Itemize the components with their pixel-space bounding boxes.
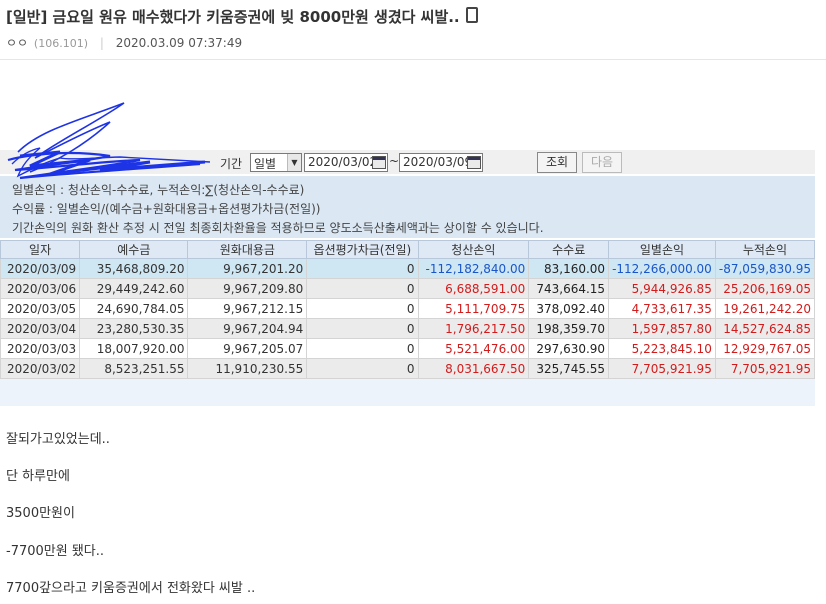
date-range-separator: ~ — [389, 154, 400, 168]
chevron-down-icon[interactable]: ▼ — [287, 154, 301, 171]
period-select[interactable]: 일별 ▼ — [250, 153, 302, 172]
cell-deposit: 29,449,242.60 — [79, 278, 189, 299]
body-line: 7700갚으라고 키움증권에서 전화왔다 씨발 .. — [6, 581, 256, 596]
cell-daily-pnl: 5,223,845.10 — [608, 338, 716, 359]
mobile-icon — [465, 7, 478, 23]
period-select-value: 일별 — [254, 157, 277, 171]
cell-option-eval: 0 — [306, 258, 419, 279]
column-header[interactable]: 누적손익 — [714, 240, 816, 259]
cell-deposit: 23,280,530.35 — [79, 318, 189, 339]
cell-date: 2020/03/03 — [0, 338, 81, 359]
cell-realized-pnl: 5,521,476.00 — [417, 338, 530, 359]
query-button[interactable]: 조회 — [537, 152, 577, 173]
cell-deposit: 18,007,920.00 — [79, 338, 189, 359]
column-header[interactable]: 일별손익 — [608, 240, 716, 259]
body-line: 잘되가고있었는데.. — [6, 432, 110, 447]
date-to-value: 2020/03/09 — [403, 155, 473, 169]
cell-deposit: 24,690,784.05 — [79, 298, 189, 319]
post-title: [일반] 금요일 원유 매수했다가 키움증권에 빚 8000만원 생겼다 씨발.… — [6, 6, 478, 27]
cell-krw-substitute: 9,967,204.94 — [187, 318, 308, 339]
cell-date: 2020/03/09 — [0, 258, 81, 279]
column-header[interactable]: 예수금 — [79, 240, 189, 259]
meta-divider: | — [99, 36, 104, 50]
cell-date: 2020/03/05 — [0, 298, 81, 319]
cell-option-eval: 0 — [306, 358, 419, 379]
cell-option-eval: 0 — [306, 298, 419, 319]
date-from-field[interactable]: 2020/03/02 — [304, 153, 388, 172]
cell-krw-substitute: 11,910,230.55 — [187, 358, 308, 379]
cell-cumulative-pnl: 14,527,624.85 — [714, 318, 816, 339]
author-name[interactable]: ㅇㅇ — [6, 36, 28, 50]
cell-option-eval: 0 — [306, 278, 419, 299]
date-from-value: 2020/03/02 — [308, 155, 378, 169]
column-header[interactable]: 원화대용금 — [187, 240, 308, 259]
cell-krw-substitute: 9,967,205.07 — [187, 338, 308, 359]
cell-cumulative-pnl: 25,206,169.05 — [714, 278, 816, 299]
cell-option-eval: 0 — [306, 338, 419, 359]
cell-date: 2020/03/06 — [0, 278, 81, 299]
header-divider — [0, 59, 826, 60]
body-line: 단 하루만에 — [6, 469, 70, 484]
column-header[interactable]: 일자 — [0, 240, 81, 259]
table-row[interactable]: 2020/03/02 8,523,251.55 11,910,230.55 0 … — [0, 358, 816, 379]
pnl-grid: 일자 예수금 원화대용금 옵션평가차금(전일) 청산손익 수수료 일별손익 누적… — [0, 240, 816, 406]
next-button[interactable]: 다음 — [582, 152, 622, 173]
cell-cumulative-pnl: 12,929,767.05 — [714, 338, 816, 359]
cell-deposit: 35,468,809.20 — [79, 258, 189, 279]
cell-cumulative-pnl: -87,059,830.95 — [714, 258, 816, 279]
cell-fee: 325,745.55 — [528, 358, 610, 379]
post-datetime: 2020.03.09 07:37:49 — [115, 36, 243, 50]
date-to-field[interactable]: 2020/03/09 — [399, 153, 483, 172]
cell-fee: 378,092.40 — [528, 298, 610, 319]
cell-date: 2020/03/02 — [0, 358, 81, 379]
cell-realized-pnl: -112,182,840.00 — [417, 258, 530, 279]
post-meta: ㅇㅇ (106.101) | 2020.03.09 07:37:49 — [6, 34, 242, 51]
cell-daily-pnl: 7,705,921.95 — [608, 358, 716, 379]
cell-realized-pnl: 8,031,667.50 — [417, 358, 530, 379]
cell-option-eval: 0 — [306, 318, 419, 339]
cell-realized-pnl: 5,111,709.75 — [417, 298, 530, 319]
cell-fee: 297,630.90 — [528, 338, 610, 359]
cell-daily-pnl: 1,597,857.80 — [608, 318, 716, 339]
table-row[interactable]: 2020/03/06 29,449,242.60 9,967,209.80 0 … — [0, 278, 816, 299]
cell-deposit: 8,523,251.55 — [79, 358, 189, 379]
calendar-icon[interactable] — [467, 156, 481, 169]
column-header[interactable]: 수수료 — [528, 240, 610, 259]
info-line: 기간손익의 원화 환산 추정 시 전일 최종회차환율을 적용하므로 양도소득산출… — [12, 221, 544, 235]
table-header-row: 일자 예수금 원화대용금 옵션평가차금(전일) 청산손익 수수료 일별손익 누적… — [0, 240, 816, 259]
cell-krw-substitute: 9,967,209.80 — [187, 278, 308, 299]
body-line: 3500만원이 — [6, 506, 75, 521]
cell-cumulative-pnl: 7,705,921.95 — [714, 358, 816, 379]
info-line: 수익률 : 일별손익/(예수금+원화대용금+옵션평가차금(전일)) — [12, 202, 321, 216]
calendar-icon[interactable] — [372, 156, 386, 169]
cell-date: 2020/03/04 — [0, 318, 81, 339]
cell-krw-substitute: 9,967,201.20 — [187, 258, 308, 279]
cell-daily-pnl: -112,266,000.00 — [608, 258, 716, 279]
cell-realized-pnl: 1,796,217.50 — [417, 318, 530, 339]
column-header[interactable]: 옵션평가차금(전일) — [306, 240, 419, 259]
column-header[interactable]: 청산손익 — [417, 240, 530, 259]
cell-daily-pnl: 5,944,926.85 — [608, 278, 716, 299]
pnl-table: 일자 예수금 원화대용금 옵션평가차금(전일) 청산손익 수수료 일별손익 누적… — [0, 240, 816, 379]
cell-fee: 198,359.70 — [528, 318, 610, 339]
table-row[interactable]: 2020/03/09 35,468,809.20 9,967,201.20 0 … — [0, 258, 816, 279]
redaction-scribble — [7, 102, 211, 180]
author-ip: (106.101) — [33, 37, 88, 50]
body-line: -7700만원 됐다.. — [6, 544, 105, 559]
table-row[interactable]: 2020/03/05 24,690,784.05 9,967,212.15 0 … — [0, 298, 816, 319]
table-row[interactable]: 2020/03/04 23,280,530.35 9,967,204.94 0 … — [0, 318, 816, 339]
cell-krw-substitute: 9,967,212.15 — [187, 298, 308, 319]
cell-fee: 743,664.15 — [528, 278, 610, 299]
table-row[interactable]: 2020/03/03 18,007,920.00 9,967,205.07 0 … — [0, 338, 816, 359]
cell-cumulative-pnl: 19,261,242.20 — [714, 298, 816, 319]
cell-realized-pnl: 6,688,591.00 — [417, 278, 530, 299]
post-title-text: [일반] 금요일 원유 매수했다가 키움증권에 빚 8000만원 생겼다 씨발.… — [6, 8, 460, 26]
cell-daily-pnl: 4,733,617.35 — [608, 298, 716, 319]
cell-fee: 83,160.00 — [528, 258, 610, 279]
